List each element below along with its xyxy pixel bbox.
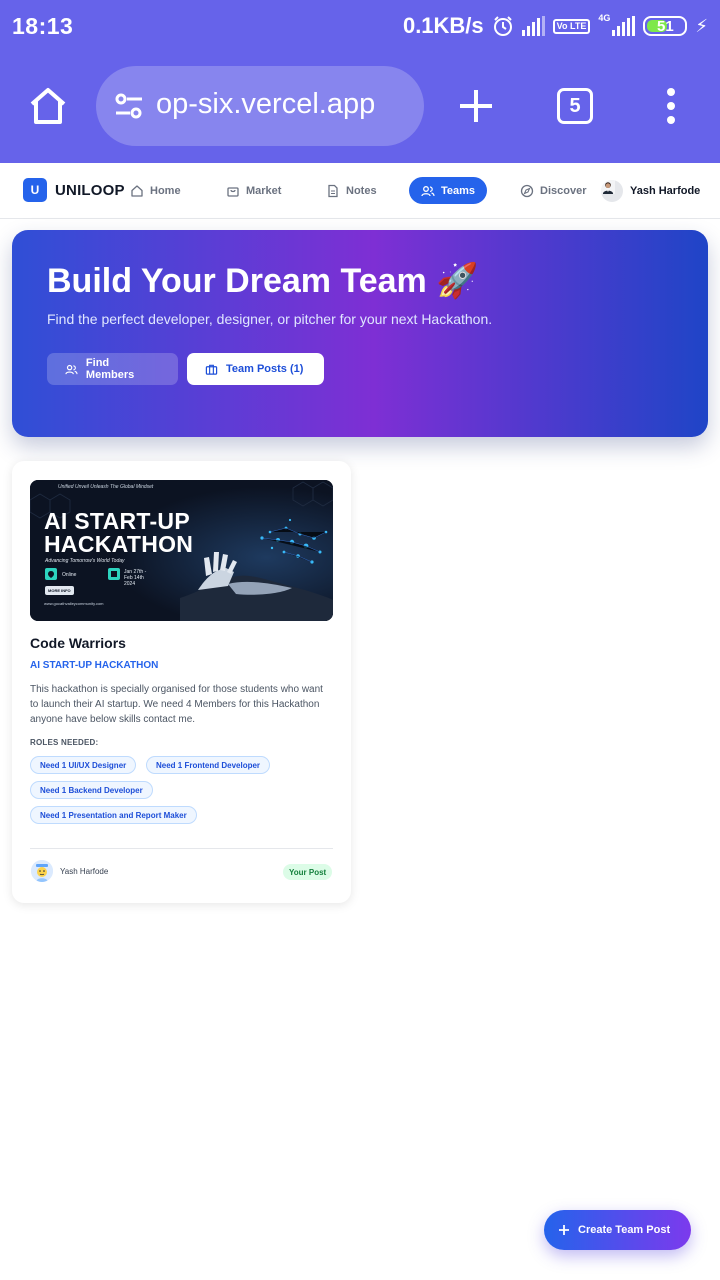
team-post-card[interactable]: Unified Unveil Unleash The Global Mindse… xyxy=(12,461,351,903)
app-navbar: U UNILOOP Home Market Notes Teams Discov… xyxy=(0,163,720,219)
nav-item-label: Home xyxy=(150,184,181,197)
signal-icon-2 xyxy=(612,16,636,36)
nav-item-market[interactable]: Market xyxy=(226,177,281,204)
find-members-button[interactable]: Find Members xyxy=(47,353,178,385)
status-time: 18:13 xyxy=(12,12,74,39)
status-bar: 18:13 0.1KB/s Vo LTE 4G 51 ⚡ xyxy=(0,0,720,52)
browser-menu-icon[interactable] xyxy=(666,88,676,124)
home-icon xyxy=(131,184,143,197)
nav-item-label: Teams xyxy=(441,184,476,197)
alarm-icon xyxy=(493,16,512,36)
nav-item-notes[interactable]: Notes xyxy=(326,177,377,204)
browser-toolbar: op-six.vercel.app 5 xyxy=(0,66,720,146)
briefcase-icon xyxy=(205,364,218,375)
poster-date: Jan 27th - Feb 14th 2024 xyxy=(124,569,147,587)
poster-title: AI START-UP HACKATHON xyxy=(44,510,193,556)
hero-banner: Build Your Dream Team 🚀 Find the perfect… xyxy=(12,230,708,437)
document-icon xyxy=(328,184,338,197)
poster-title-line1: AI START-UP xyxy=(44,508,190,534)
nav-item-discover[interactable]: Discover xyxy=(520,177,586,204)
url-text: op-six.vercel.app xyxy=(156,88,376,120)
network-speed: 0.1KB/s xyxy=(402,13,484,38)
poster-title-line2: HACKATHON xyxy=(44,531,194,557)
find-members-label: Find Members xyxy=(85,357,135,381)
role-chip: Need 1 Presentation and Report Maker xyxy=(30,806,197,824)
nav-item-label: Discover xyxy=(540,184,587,197)
team-posts-label: Team Posts (1) xyxy=(226,363,304,375)
browser-chrome: 18:13 0.1KB/s Vo LTE 4G 51 ⚡ op-six.verc… xyxy=(0,0,720,163)
volte-icon: Vo LTE xyxy=(552,18,591,34)
your-post-badge: Your Post xyxy=(283,864,333,880)
team-posts-button[interactable]: Team Posts (1) xyxy=(187,353,324,385)
battery-level: 51 xyxy=(657,17,674,35)
status-indicators: 0.1KB/s Vo LTE 4G 51 ⚡ xyxy=(403,13,708,39)
brand-name: UNILOOP xyxy=(55,181,125,199)
hero-title: Build Your Dream Team 🚀 xyxy=(47,262,479,300)
event-name: AI START-UP HACKATHON xyxy=(30,660,159,671)
create-team-post-label: Create Team Post xyxy=(578,1224,671,1236)
users-icon xyxy=(65,364,78,374)
roles-label: ROLES NEEDED: xyxy=(30,738,99,747)
new-tab-icon[interactable] xyxy=(458,88,494,124)
post-description: This hackathon is specially organised fo… xyxy=(30,684,323,725)
author-name: Yash Harfode xyxy=(60,867,109,876)
nav-item-home[interactable]: Home xyxy=(130,177,181,204)
user-name: Yash Harfode xyxy=(630,184,701,197)
site-settings-icon[interactable] xyxy=(114,92,144,120)
compass-icon xyxy=(520,184,534,197)
poster-subtitle: Advancing Tomorrow's World Today xyxy=(45,558,125,564)
battery-icon: 51 xyxy=(643,16,688,36)
poster-website: www.gocathvalleycommunity.com xyxy=(44,601,104,606)
poster-mode: Online xyxy=(62,572,77,578)
brand[interactable]: U UNILOOP xyxy=(23,178,125,202)
nav-user[interactable]: Yash Harfode xyxy=(601,177,700,204)
users-icon xyxy=(421,185,435,196)
net-type-label: 4G xyxy=(598,13,611,23)
hero-subtitle: Find the perfect developer, designer, or… xyxy=(47,311,493,327)
tab-switcher-button[interactable]: 5 xyxy=(557,88,593,124)
role-chip: Need 1 Frontend Developer xyxy=(146,756,271,774)
brand-logo: U xyxy=(23,178,47,202)
poster-more-info: MORE INFO xyxy=(45,586,74,595)
nav-item-label: Market xyxy=(246,184,282,197)
nav-item-teams[interactable]: Teams xyxy=(409,177,488,204)
browser-home-icon[interactable] xyxy=(26,84,70,128)
create-team-post-button[interactable]: Create Team Post xyxy=(544,1210,691,1250)
address-bar[interactable]: op-six.vercel.app xyxy=(96,66,424,146)
nav-item-label: Notes xyxy=(346,184,377,197)
charging-icon: ⚡ xyxy=(695,15,708,36)
role-chip: Need 1 UI/UX Designer xyxy=(30,756,137,774)
post-poster-image: Unified Unveil Unleash The Global Mindse… xyxy=(30,480,333,621)
role-chip: Need 1 Backend Developer xyxy=(30,781,153,799)
user-avatar xyxy=(601,179,623,202)
team-name: Code Warriors xyxy=(30,635,126,651)
bag-icon xyxy=(227,186,239,197)
poster-tagline-top: Unified Unveil Unleash The Global Mindse… xyxy=(58,484,154,490)
signal-icon xyxy=(521,16,545,36)
author-avatar xyxy=(31,860,53,882)
card-divider xyxy=(30,848,333,849)
plus-icon xyxy=(559,1225,569,1235)
